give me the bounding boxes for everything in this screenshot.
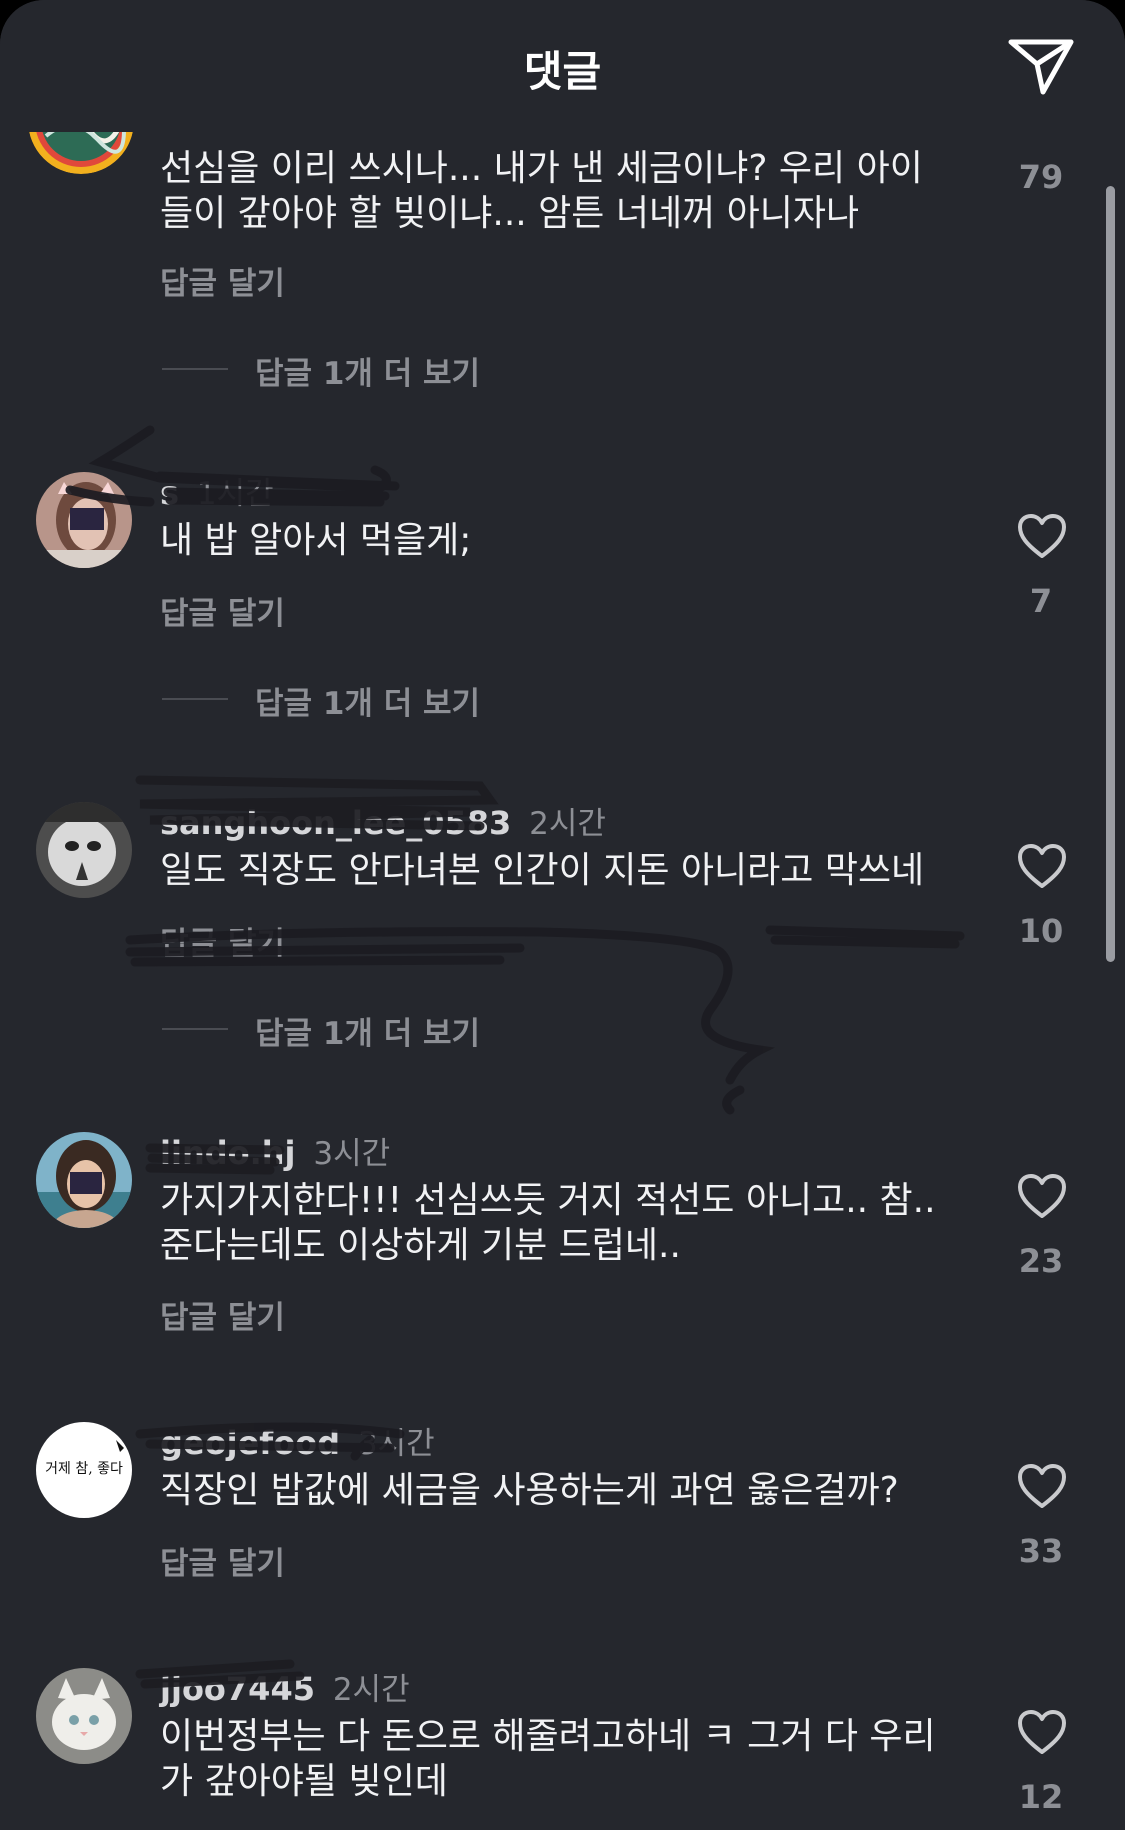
page-title: 댓글: [523, 47, 602, 96]
view-more-replies[interactable]: 답글 1개 더 보기: [162, 348, 542, 392]
like-button[interactable]: [1016, 1172, 1068, 1220]
comment-text: 일도 직장도 안다녀본 인간이 지돈 아니라고 막쓰네: [160, 850, 925, 891]
timestamp: 2시간: [529, 806, 606, 842]
comment-meta: geojefood 3시간: [160, 1418, 435, 1462]
timestamp: 2시간: [332, 1672, 410, 1708]
reply-button[interactable]: 답글 달기: [160, 918, 285, 963]
heart-icon: [1018, 1174, 1066, 1218]
comment-meta: lindo.hj 3시간: [160, 1128, 390, 1172]
header: 댓글: [0, 0, 1125, 132]
heart-icon: [1018, 1464, 1066, 1508]
comment-text: 직장인 밥값에 세금을 사용하는게 과연 옳은걸까?: [160, 1470, 899, 1511]
like-count: 23: [1018, 1242, 1064, 1280]
username[interactable]: s: [160, 474, 179, 512]
like-count: 79: [1018, 158, 1064, 196]
reply-button[interactable]: 답글 달기: [160, 1292, 285, 1337]
timestamp: 3시간: [357, 1426, 435, 1462]
view-more-replies-label: 답글 1개 더 보기: [255, 356, 481, 392]
like-count: 10: [1018, 912, 1064, 950]
avatar[interactable]: [36, 1132, 132, 1228]
username[interactable]: geojefood: [160, 1424, 340, 1462]
comment-meta: sanghoon_lee_0583 2시간: [160, 798, 606, 842]
reply-button[interactable]: 답글 달기: [160, 588, 285, 633]
timestamp: 3시간: [313, 1136, 391, 1172]
avatar[interactable]: [36, 472, 132, 568]
view-more-replies[interactable]: 답글 1개 더 보기: [162, 678, 542, 722]
avatar[interactable]: 거제 참, 좋다: [36, 1422, 132, 1518]
reply-button[interactable]: 답글 달기: [160, 258, 285, 303]
like-count: 7: [1029, 582, 1053, 620]
like-button[interactable]: [1016, 1462, 1068, 1510]
heart-icon: [1018, 844, 1066, 888]
comment-text: 이번정부는 다 돈으로 해줄려고하네 ㅋ 그거 다 우리 가 갚아야될 빚인데: [160, 1716, 936, 1802]
comment-text: 가지가지한다!!! 선심쓰듯 거지 적선도 아니고.. 참.. 준다는데도 이상…: [160, 1180, 936, 1266]
avatar[interactable]: [36, 802, 132, 898]
share-button[interactable]: [1005, 30, 1077, 102]
comment-list[interactable]: 선심을 이리 쓰시나... 내가 낸 세금이냐? 우리 아이 들이 갚아야 할 …: [0, 0, 1125, 1830]
divider: [162, 368, 228, 370]
like-count: 33: [1018, 1532, 1064, 1570]
comment-text: 내 밥 알아서 먹을게;: [160, 520, 472, 561]
comment-meta: jjoo7445 2시간: [160, 1664, 410, 1708]
like-button[interactable]: [1016, 1708, 1068, 1756]
divider: [162, 1028, 228, 1030]
avatar-logo-text: 거제 참, 좋다: [45, 1461, 123, 1477]
comment-text: 선심을 이리 쓰시나... 내가 낸 세금이냐? 우리 아이 들이 갚아야 할 …: [160, 148, 923, 234]
view-more-replies-label: 답글 1개 더 보기: [255, 1016, 481, 1052]
like-button[interactable]: [1016, 512, 1068, 560]
view-more-replies[interactable]: 답글 1개 더 보기: [162, 1008, 542, 1052]
scrollbar[interactable]: [1106, 186, 1115, 962]
username[interactable]: lindo.hj: [160, 1134, 296, 1172]
paper-plane-icon: [1008, 39, 1074, 95]
heart-icon: [1018, 514, 1066, 558]
reply-button[interactable]: 답글 달기: [160, 1538, 285, 1583]
like-button[interactable]: [1016, 842, 1068, 890]
view-more-replies-label: 답글 1개 더 보기: [255, 686, 481, 722]
comment-meta: s 1시간: [160, 468, 274, 512]
heart-icon: [1018, 1710, 1066, 1754]
like-count: 12: [1018, 1778, 1064, 1816]
timestamp: 1시간: [196, 476, 274, 512]
avatar[interactable]: [36, 1668, 132, 1764]
username[interactable]: sanghoon_lee_0583: [160, 804, 511, 842]
username[interactable]: jjoo7445: [160, 1670, 315, 1708]
divider: [162, 698, 228, 700]
comments-sheet: 선심을 이리 쓰시나... 내가 낸 세금이냐? 우리 아이 들이 갚아야 할 …: [0, 0, 1125, 1830]
